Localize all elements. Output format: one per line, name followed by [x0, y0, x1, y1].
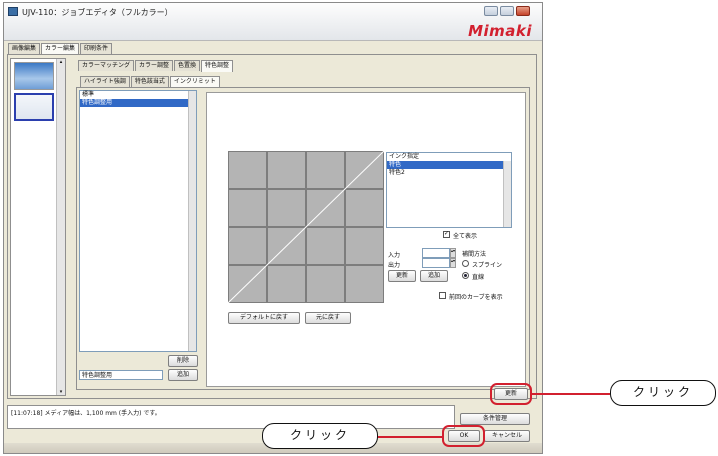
limit-name-field[interactable]: 特色調整用 — [79, 370, 163, 380]
show-all-label: 全て表示 — [453, 233, 478, 240]
maximize-icon[interactable] — [500, 6, 514, 16]
mimaki-logo: Mimaki — [468, 22, 532, 40]
linear-radio[interactable] — [462, 272, 469, 279]
callout-line-right — [532, 393, 610, 395]
main-tab-strip: 画像編集 カラー編集 印刷条件 — [8, 43, 113, 55]
undo-button[interactable]: 元に戻す — [305, 312, 351, 324]
thumbnail-image-1[interactable] — [14, 62, 54, 90]
ink-limit-list[interactable]: 標準 特色調整用 — [79, 90, 197, 352]
ink-list-scrollbar[interactable] — [503, 161, 511, 227]
title-bar: UJV-110：ジョブエディタ（フルカラー） Mimaki — [4, 3, 542, 41]
ink-select-heading: インク指定 — [389, 153, 420, 160]
curve-line — [228, 151, 384, 303]
tab-special-color-adjust[interactable]: 特色調整 — [201, 60, 234, 72]
minimize-icon[interactable] — [484, 6, 498, 16]
app-icon — [8, 7, 18, 16]
output-label: 出力 — [388, 262, 401, 269]
interpolation-heading: 補間方法 — [462, 251, 487, 258]
tab-special-formula[interactable]: 特色該当式 — [130, 76, 169, 87]
add-limit-button[interactable]: 追加 — [168, 369, 198, 381]
output-value-field[interactable] — [422, 258, 450, 268]
spin-up-icon[interactable]: ▴▾ — [450, 248, 456, 258]
ink-select-list[interactable]: インク指定 特色 特色2 — [386, 152, 512, 228]
color-tab-strip: カラーマッチング カラー調整 色置換 特色調整 — [78, 60, 234, 72]
spin-down-icon[interactable]: ▴▾ — [450, 258, 456, 268]
ink-item-selected[interactable]: 特色 — [387, 161, 511, 169]
update-highlight — [490, 383, 532, 405]
window-title: UJV-110：ジョブエディタ（フルカラー） — [22, 8, 173, 17]
tab-color-adjust[interactable]: カラー調整 — [135, 60, 174, 71]
cancel-button[interactable]: キャンセル — [484, 430, 530, 442]
callout-bottom: クリック — [262, 423, 378, 449]
tab-color-matching[interactable]: カラーマッチング — [78, 60, 135, 71]
tab-color-replace[interactable]: 色置換 — [174, 60, 201, 71]
spline-radio[interactable] — [462, 260, 469, 267]
show-all-checkbox[interactable]: ✓ — [443, 230, 450, 238]
callout-right: クリック — [610, 380, 716, 406]
spline-label: スプライン — [472, 262, 503, 269]
prev-curve-checkbox[interactable] — [439, 292, 446, 299]
ok-highlight — [442, 425, 485, 447]
scroll-down-icon[interactable]: ▾ — [57, 389, 65, 395]
thumbnail-scrollbar[interactable]: ▴ ▾ — [56, 59, 65, 395]
update-point-button[interactable]: 更新 — [388, 270, 416, 282]
tab-image-edit[interactable]: 画像編集 — [8, 43, 41, 54]
tab-highlight[interactable]: ハイライト強調 — [80, 76, 130, 87]
input-value-field[interactable] — [422, 248, 450, 258]
close-icon[interactable] — [516, 6, 530, 16]
ink-limit-curve-graph[interactable] — [228, 151, 384, 303]
thumbnail-pane: ▴ ▾ — [10, 58, 66, 396]
thumbnail-image-2[interactable] — [14, 93, 54, 121]
delete-button[interactable]: 削除 — [168, 355, 198, 367]
reset-default-button[interactable]: デフォルトに戻す — [228, 312, 300, 324]
input-label: 入力 — [388, 252, 401, 259]
callout-line-bottom — [376, 436, 442, 438]
prev-curve-label: 前回のカーブを表示 — [449, 294, 503, 301]
list-scrollbar[interactable] — [188, 91, 196, 351]
add-point-button[interactable]: 追加 — [420, 270, 448, 282]
list-item-selected[interactable]: 特色調整用 — [80, 99, 196, 107]
scroll-up-icon[interactable]: ▴ — [57, 59, 65, 65]
ink-item[interactable]: 特色2 — [387, 169, 511, 177]
tab-print-conditions[interactable]: 印刷条件 — [80, 43, 113, 54]
status-message: [11:07:18] メディア幅は、1,100 mm (手入力) です。 — [7, 405, 455, 429]
linear-label: 直線 — [472, 274, 485, 281]
condition-manage-button[interactable]: 条件管理 — [460, 413, 530, 425]
sub-tab-strip: ハイライト強調 特色該当式 インクリミット — [80, 76, 221, 88]
list-item[interactable]: 標準 — [80, 91, 196, 99]
